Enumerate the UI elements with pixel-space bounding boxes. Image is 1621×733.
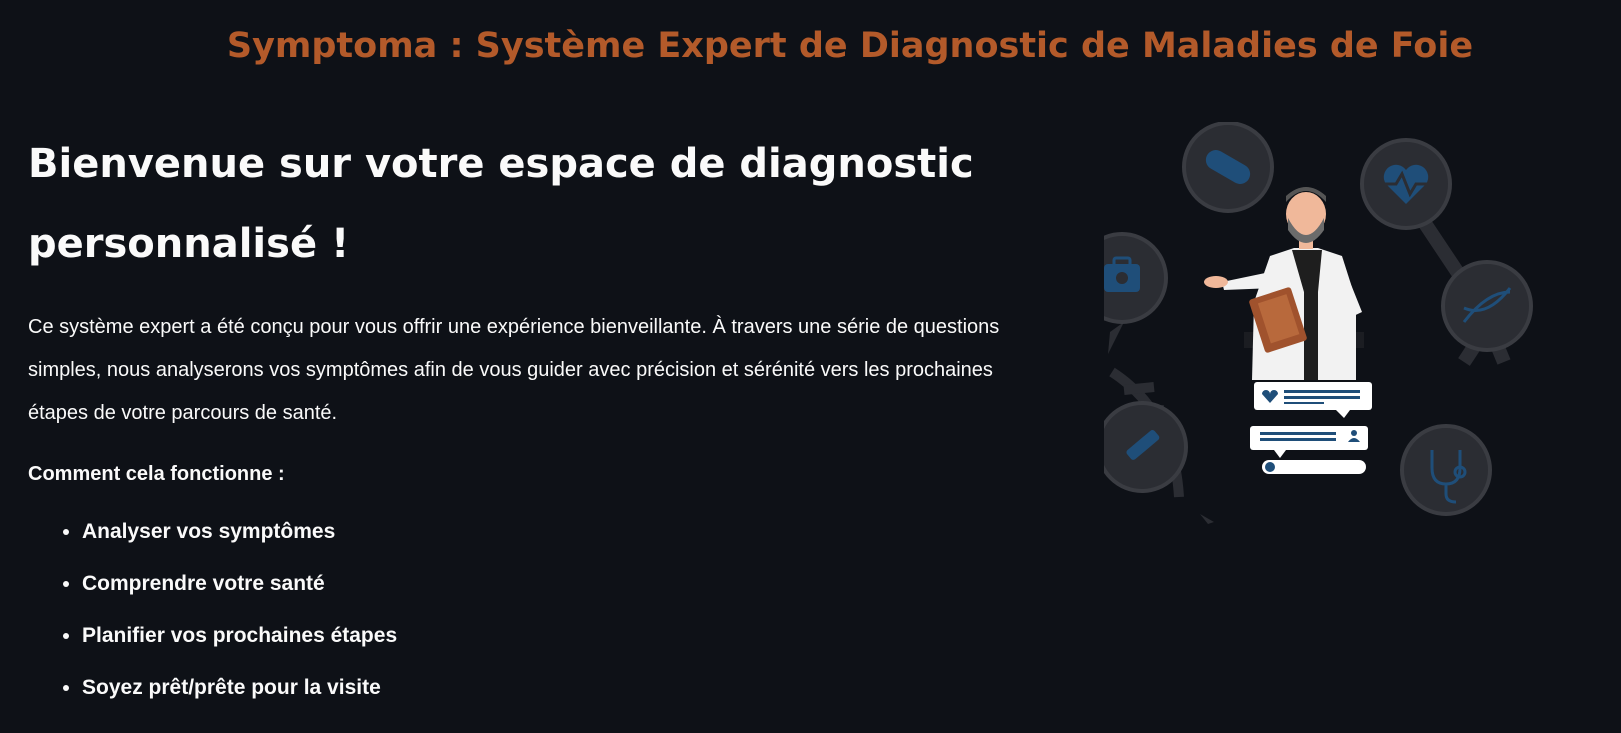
list-item: Analyser vos symptômes (82, 514, 1048, 566)
heart-rate-icon (1360, 138, 1452, 230)
progress-pill (1262, 460, 1366, 474)
steps-list: Analyser vos symptômes Comprendre votre … (28, 514, 1048, 722)
syringe-icon (1104, 401, 1188, 493)
pill-icon (1182, 122, 1274, 213)
chat-bubble (1250, 426, 1368, 458)
how-it-works-label: Comment cela fonctionne : (28, 463, 285, 485)
medical-kit-icon (1104, 232, 1168, 354)
stethoscope-icon (1400, 424, 1492, 516)
dna-icon (1441, 260, 1533, 352)
chat-bubble (1254, 382, 1372, 418)
list-item: Soyez prêt/prête pour la visite (82, 670, 1048, 722)
doctor-illustration (1104, 122, 1533, 524)
welcome-section: Bienvenue sur votre espace de diagnostic… (28, 124, 1048, 722)
welcome-heading: Bienvenue sur votre espace de diagnostic… (28, 141, 974, 267)
doctor-figure (1204, 187, 1362, 380)
intro-paragraph: Ce système expert a été conçu pour vous … (28, 316, 1000, 424)
list-item: Comprendre votre santé (82, 566, 1048, 618)
list-item: Planifier vos prochaines étapes (82, 618, 1048, 670)
app-title: Symptoma : Système Expert de Diagnostic … (226, 26, 1474, 66)
